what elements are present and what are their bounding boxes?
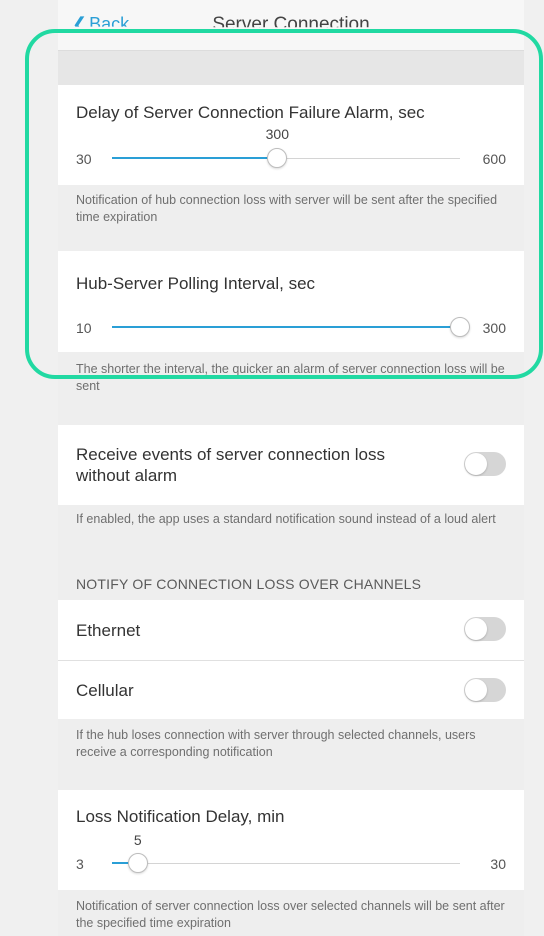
polling-label: Hub-Server Polling Interval, sec	[76, 274, 316, 293]
section-spacer	[58, 51, 524, 85]
slider-min: 10	[76, 320, 92, 336]
channels-heading: NOTIFY OF CONNECTION LOSS OVER CHANNELS	[76, 576, 422, 592]
alarm-delay-slider[interactable]: 30 600 300	[76, 126, 506, 171]
cellular-row[interactable]: Cellular	[58, 661, 524, 719]
loss-delay-note: Notification of server connection loss o…	[58, 890, 524, 936]
slider-max: 300	[482, 320, 506, 336]
slider-thumb[interactable]	[267, 148, 288, 168]
slider-min: 3	[76, 856, 84, 872]
ethernet-toggle[interactable]	[464, 617, 506, 641]
ethernet-row[interactable]: Ethernet	[58, 600, 524, 660]
alarm-delay-note: Notification of hub connection loss with…	[58, 185, 524, 251]
toggle-knob	[465, 618, 487, 640]
slider-min: 30	[76, 151, 92, 167]
cellular-label: Cellular	[76, 681, 134, 700]
ethernet-label: Ethernet	[76, 621, 141, 640]
slider-value: 300	[265, 126, 289, 142]
slider-thumb[interactable]	[450, 317, 470, 337]
alarm-delay-label: Delay of Server Connection Failure Alarm…	[76, 103, 425, 122]
polling-slider[interactable]: 10 300	[76, 316, 506, 340]
alarm-delay-card: Delay of Server Connection Failure Alarm…	[58, 85, 524, 185]
loss-delay-slider[interactable]: 3 30 5	[76, 832, 506, 876]
toggle-knob	[465, 453, 487, 475]
loss-delay-card: Loss Notification Delay, min 3 30 5	[58, 790, 524, 890]
loss-delay-label: Loss Notification Delay, min	[76, 807, 285, 826]
cellular-toggle[interactable]	[464, 678, 506, 702]
slider-max: 30	[490, 856, 506, 872]
slider-max: 600	[482, 151, 506, 167]
toggle-knob	[465, 679, 487, 701]
polling-card: Hub-Server Polling Interval, sec 10 300	[58, 251, 524, 352]
slider-value: 5	[133, 832, 142, 848]
page-title: Server Connection	[212, 14, 370, 35]
slider-track	[112, 863, 460, 864]
receive-events-row[interactable]: Receive events of server connection loss…	[58, 425, 524, 505]
slider-fill	[112, 326, 460, 328]
settings-screen: ❮ Back Server Connection Delay of Server…	[58, 0, 524, 936]
slider-thumb[interactable]	[127, 853, 148, 873]
nav-header: ❮ Back Server Connection	[58, 0, 524, 51]
polling-note: The shorter the interval, the quicker an…	[58, 352, 524, 425]
slider-fill	[112, 157, 278, 159]
channels-note: If the hub loses connection with server …	[58, 719, 524, 790]
receive-events-toggle[interactable]	[464, 452, 506, 476]
receive-events-label: Receive events of server connection loss…	[76, 445, 385, 485]
